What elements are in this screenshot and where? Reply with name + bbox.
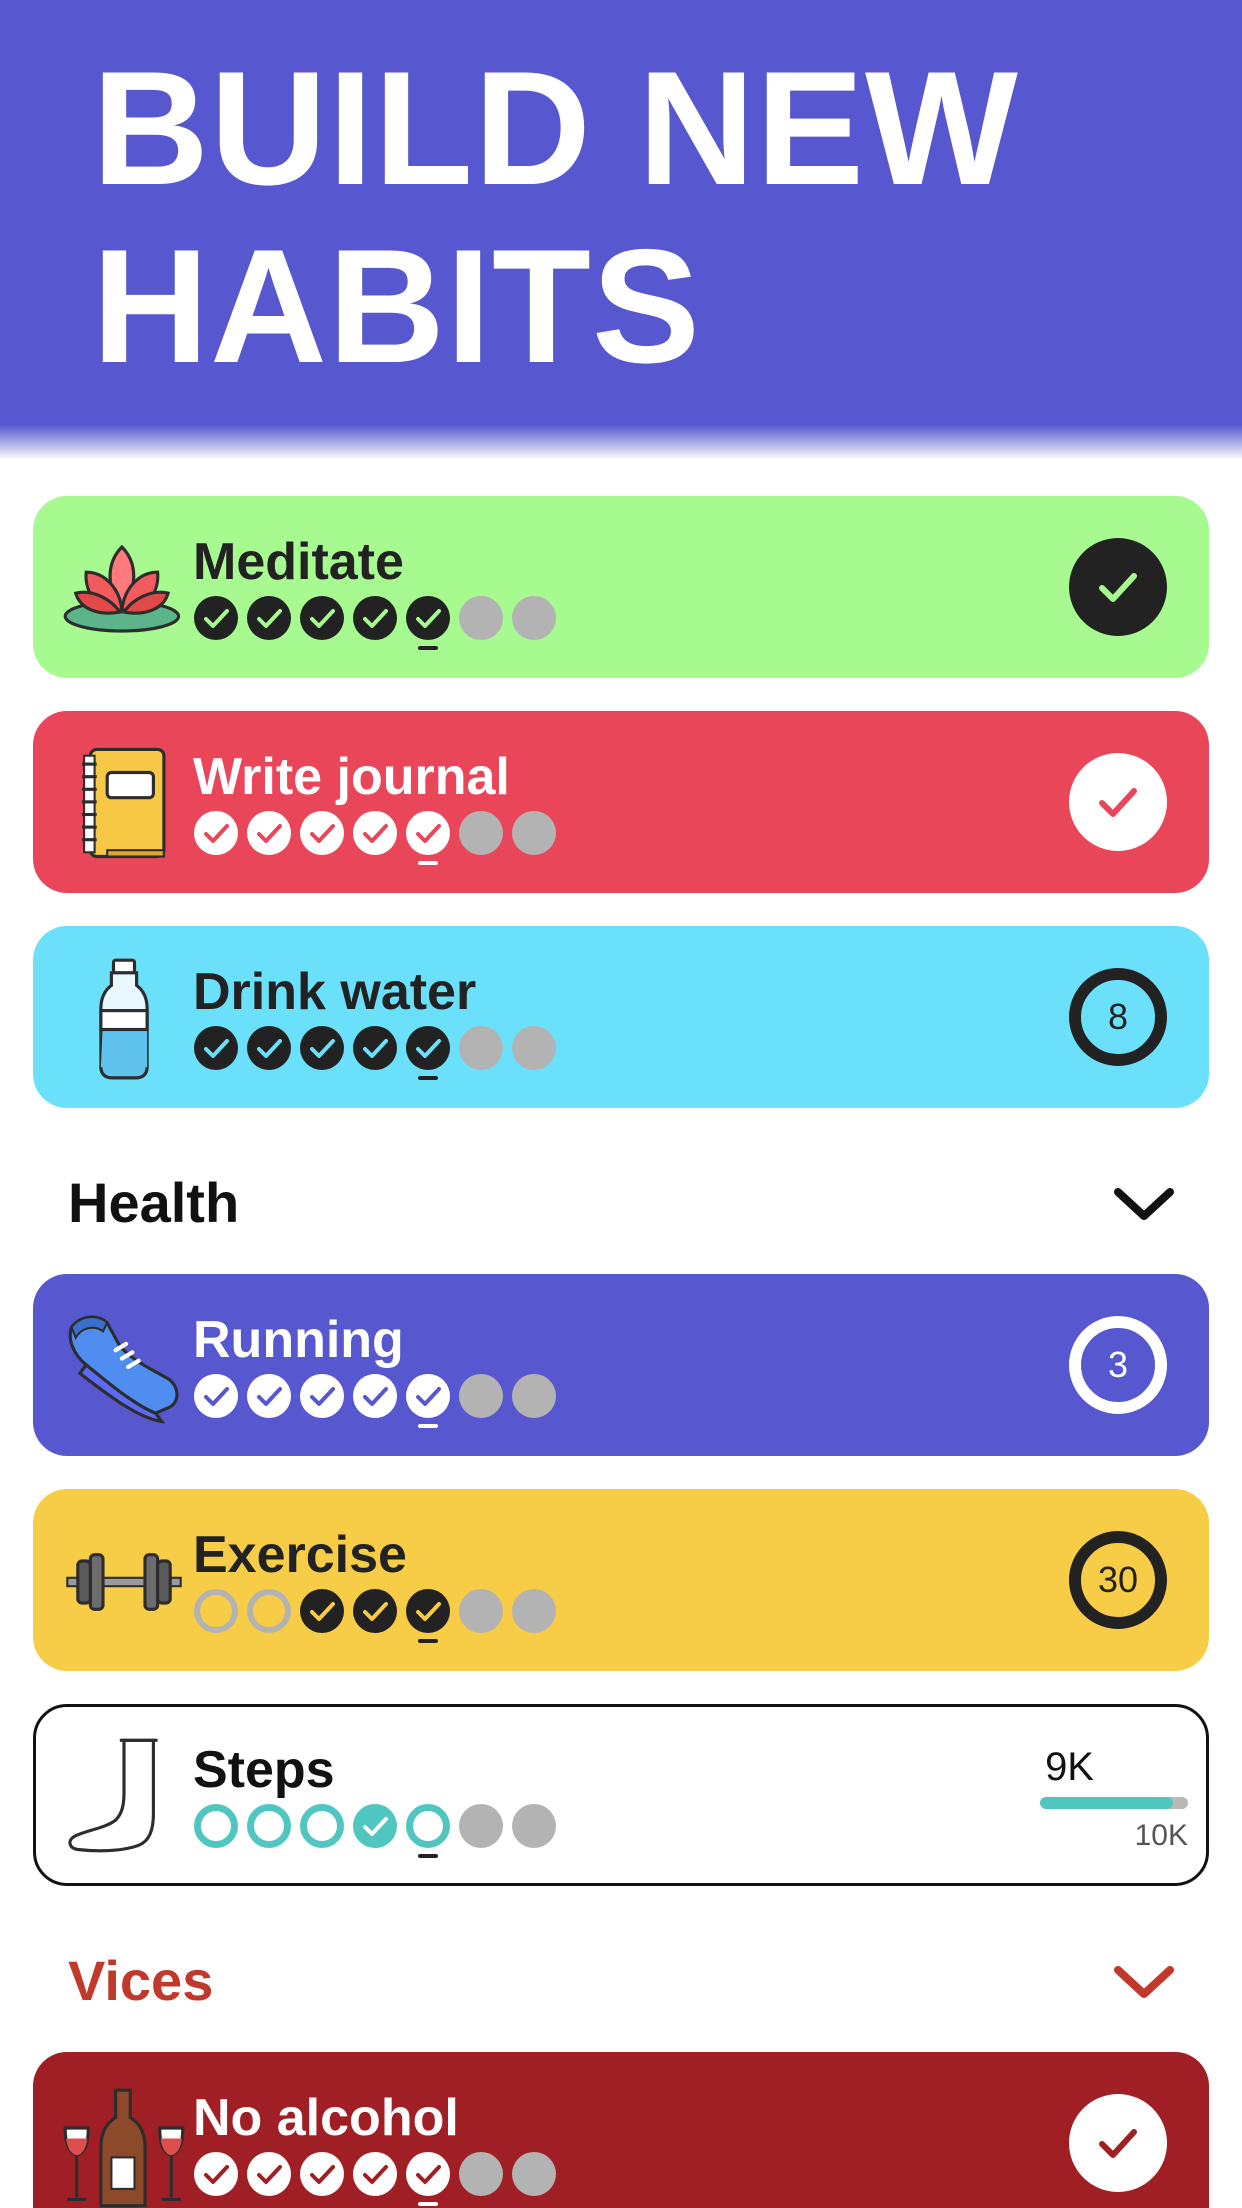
complete-button[interactable] bbox=[1069, 538, 1167, 636]
day-dot-done[interactable] bbox=[300, 1026, 344, 1070]
day-dot-today[interactable] bbox=[406, 1804, 450, 1858]
count-button[interactable]: 3 bbox=[1069, 1316, 1167, 1414]
day-dot-done[interactable] bbox=[194, 811, 238, 855]
day-dot-done[interactable] bbox=[353, 596, 397, 640]
habit-name: Steps bbox=[193, 1741, 335, 1799]
checkmark-icon bbox=[1099, 788, 1137, 817]
day-dot-done[interactable] bbox=[300, 2152, 344, 2196]
hero-title: BUILD NEW HABITS bbox=[92, 40, 1192, 396]
day-dot-empty[interactable] bbox=[512, 1026, 556, 1070]
section-title: Health bbox=[68, 1171, 240, 1234]
habit-name: Exercise bbox=[193, 1526, 407, 1584]
section-header-health[interactable]: Health bbox=[68, 1168, 1178, 1238]
steps-value: 9K bbox=[1045, 1745, 1094, 1789]
day-dot-today[interactable] bbox=[406, 1589, 450, 1643]
day-dot-done[interactable] bbox=[300, 1589, 344, 1633]
steps-progress-fill bbox=[1040, 1797, 1174, 1809]
day-dot-done[interactable] bbox=[300, 811, 344, 855]
day-dot-done[interactable] bbox=[300, 596, 344, 640]
habit-card-steps[interactable]: Steps 9K 10K bbox=[33, 1704, 1209, 1886]
complete-button[interactable] bbox=[1069, 753, 1167, 851]
day-dot-done[interactable] bbox=[353, 1804, 397, 1848]
habit-name: Drink water bbox=[193, 963, 477, 1021]
day-dot-done[interactable] bbox=[247, 1374, 291, 1418]
day-dot-done[interactable] bbox=[194, 1374, 238, 1418]
day-dot-empty[interactable] bbox=[459, 1804, 503, 1848]
section-header-vices[interactable]: Vices bbox=[68, 1946, 1178, 2016]
complete-button[interactable] bbox=[1069, 2094, 1167, 2192]
day-dot-empty[interactable] bbox=[459, 2152, 503, 2196]
hero-title-line2: HABITS bbox=[92, 216, 701, 397]
day-dot-done[interactable] bbox=[353, 1026, 397, 1070]
habit-card-running[interactable]: Running 3 bbox=[33, 1274, 1209, 1456]
day-dot-partial[interactable] bbox=[300, 1804, 344, 1848]
day-dot-partial[interactable] bbox=[194, 1804, 238, 1848]
count-value: 8 bbox=[1107, 996, 1129, 1037]
day-dot-empty[interactable] bbox=[459, 1026, 503, 1070]
day-dot-done[interactable] bbox=[247, 811, 291, 855]
day-dot-empty[interactable] bbox=[512, 811, 556, 855]
day-dot-empty[interactable] bbox=[512, 596, 556, 640]
day-dot-empty[interactable] bbox=[459, 1589, 503, 1633]
count-value: 3 bbox=[1107, 1344, 1129, 1385]
day-dot-today[interactable] bbox=[406, 2152, 450, 2206]
habit-card-no-alcohol[interactable]: No alcohol bbox=[33, 2052, 1209, 2208]
count-button[interactable]: 8 bbox=[1069, 968, 1167, 1066]
day-dot-done[interactable] bbox=[300, 1374, 344, 1418]
day-dot-today[interactable] bbox=[406, 1374, 450, 1428]
notebook-icon bbox=[61, 741, 187, 867]
checkmark-icon bbox=[1099, 2129, 1137, 2158]
day-dot-done[interactable] bbox=[247, 2152, 291, 2196]
habit-name: Running bbox=[193, 1311, 404, 1369]
steps-goal: 10K bbox=[1134, 1819, 1188, 1852]
dumbbell-icon bbox=[61, 1519, 187, 1645]
day-dot-partial[interactable] bbox=[247, 1804, 291, 1848]
day-dot-done[interactable] bbox=[353, 811, 397, 855]
habit-card-exercise[interactable]: Exercise 30 bbox=[33, 1489, 1209, 1671]
checkmark-icon bbox=[1099, 573, 1137, 602]
hero-title-line1: BUILD NEW bbox=[92, 38, 1019, 219]
habit-card-write-journal[interactable]: Write journal bbox=[33, 711, 1209, 893]
sneaker-icon bbox=[61, 1304, 187, 1430]
habit-card-meditate[interactable]: Meditate bbox=[33, 496, 1209, 678]
day-dot-done[interactable] bbox=[353, 1589, 397, 1633]
day-dot-empty[interactable] bbox=[459, 1374, 503, 1418]
day-dot-empty[interactable] bbox=[512, 1374, 556, 1418]
day-dot-today[interactable] bbox=[406, 1026, 450, 1080]
day-dot-done[interactable] bbox=[353, 1374, 397, 1418]
steps-progress-bar bbox=[1040, 1797, 1188, 1809]
hero-banner: BUILD NEW HABITS bbox=[0, 0, 1242, 460]
day-dot-done[interactable] bbox=[194, 596, 238, 640]
day-dot-done[interactable] bbox=[247, 1026, 291, 1070]
count-value: 30 bbox=[1097, 1559, 1139, 1600]
day-dot-empty[interactable] bbox=[459, 811, 503, 855]
chevron-down-icon[interactable] bbox=[1110, 1178, 1178, 1228]
habit-name: Write journal bbox=[193, 748, 510, 806]
habit-name: No alcohol bbox=[193, 2089, 459, 2147]
day-dot-missed[interactable] bbox=[247, 1589, 291, 1633]
day-dot-empty[interactable] bbox=[512, 1589, 556, 1633]
foot-icon bbox=[61, 1734, 187, 1860]
day-dot-empty[interactable] bbox=[512, 1804, 556, 1848]
chevron-down-icon[interactable] bbox=[1110, 1956, 1178, 2006]
section-title: Vices bbox=[68, 1949, 214, 2012]
lotus-icon bbox=[61, 526, 187, 652]
day-dot-empty[interactable] bbox=[459, 596, 503, 640]
wine-icon bbox=[61, 2086, 187, 2208]
day-dot-empty[interactable] bbox=[512, 2152, 556, 2196]
day-dot-done[interactable] bbox=[353, 2152, 397, 2196]
day-dot-done[interactable] bbox=[247, 596, 291, 640]
day-dot-today[interactable] bbox=[406, 811, 450, 865]
day-dot-done[interactable] bbox=[194, 1026, 238, 1070]
day-dot-today[interactable] bbox=[406, 596, 450, 650]
water-bottle-icon bbox=[61, 956, 187, 1082]
habit-card-drink-water[interactable]: Drink water 8 bbox=[33, 926, 1209, 1108]
habit-name: Meditate bbox=[193, 533, 404, 591]
day-dot-done[interactable] bbox=[194, 2152, 238, 2196]
day-dot-missed[interactable] bbox=[194, 1589, 238, 1633]
count-button[interactable]: 30 bbox=[1069, 1531, 1167, 1629]
